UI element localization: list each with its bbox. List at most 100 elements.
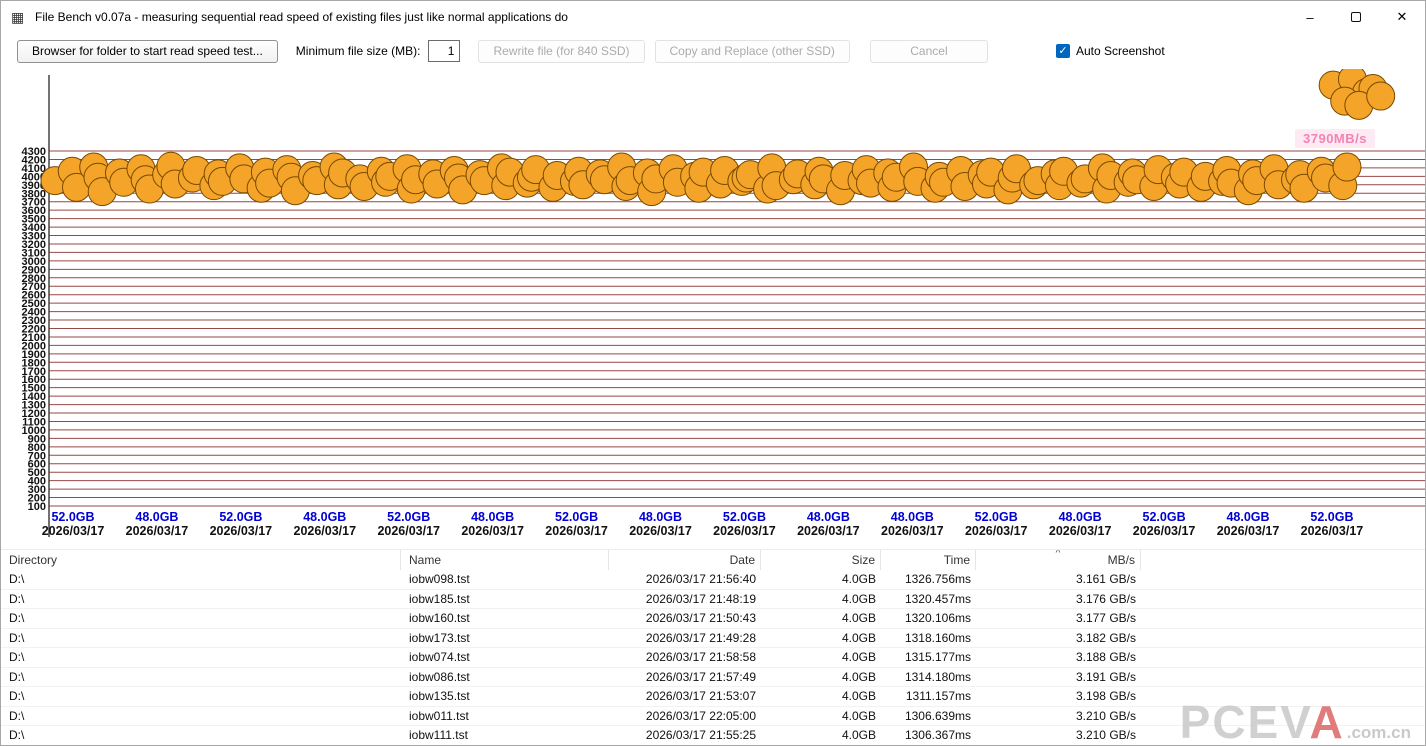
x-date-label: 2026/03/17 [545,524,608,538]
cell-time: 1315.177ms [881,650,976,664]
table-row[interactable]: D:\iobw074.tst2026/03/17 21:58:584.0GB13… [1,648,1426,668]
cell-time: 1306.367ms [881,728,976,742]
cell-speed: 3.188 GB/s [976,650,1141,664]
x-date-label: 2026/03/17 [797,524,860,538]
cell-name: iobw185.tst [401,592,609,606]
x-date-label: 2026/03/17 [713,524,776,538]
x-size-label: 48.0GB [639,510,682,524]
cell-name: iobw160.tst [401,611,609,625]
cell-directory: D:\ [1,631,401,645]
cell-directory: D:\ [1,572,401,586]
cell-speed: 3.210 GB/s [976,709,1141,723]
x-size-label: 48.0GB [807,510,850,524]
cell-time: 1320.457ms [881,592,976,606]
cell-speed: 3.191 GB/s [976,670,1141,684]
cell-time: 1306.639ms [881,709,976,723]
sort-ascending-icon: ^ [1056,550,1061,564]
data-point [1367,82,1395,110]
cell-speed: 3.198 GB/s [976,689,1141,703]
cell-size: 4.0GB [761,709,881,723]
auto-screenshot-label: Auto Screenshot [1076,44,1165,58]
col-header-label: Size [852,553,875,567]
x-size-label: 52.0GB [219,510,262,524]
cell-size: 4.0GB [761,592,881,606]
table-row[interactable]: D:\iobw135.tst2026/03/17 21:53:074.0GB13… [1,687,1426,707]
x-size-label: 48.0GB [135,510,178,524]
cell-date: 2026/03/17 21:57:49 [609,670,761,684]
app-icon: ▦ [11,9,27,25]
cell-date: 2026/03/17 22:05:00 [609,709,761,723]
maximize-button[interactable] [1333,1,1379,33]
cell-time: 1311.157ms [881,689,976,703]
x-date-label: 2026/03/17 [461,524,524,538]
x-size-label: 48.0GB [1059,510,1102,524]
close-button[interactable]: ✕ [1379,1,1425,33]
results-table: Directory Name Date Size Time ^ MB/s D:\… [1,549,1426,746]
table-row[interactable]: D:\iobw011.tst2026/03/17 22:05:004.0GB13… [1,707,1426,727]
col-header-label: Time [944,553,970,567]
col-header-filler [1141,550,1426,570]
auto-screenshot-option[interactable]: ✓ Auto Screenshot [1056,44,1165,58]
cell-name: iobw173.tst [401,631,609,645]
cell-directory: D:\ [1,728,401,742]
minimize-button[interactable]: – [1287,1,1333,33]
x-date-label: 2026/03/17 [1049,524,1112,538]
cell-name: iobw074.tst [401,650,609,664]
col-header-speed[interactable]: ^ MB/s [976,550,1141,570]
col-header-size[interactable]: Size [761,550,881,570]
min-file-size-input[interactable] [428,40,460,62]
x-size-label: 52.0GB [555,510,598,524]
table-row[interactable]: D:\iobw185.tst2026/03/17 21:48:194.0GB13… [1,590,1426,610]
cell-speed: 3.176 GB/s [976,592,1141,606]
cell-size: 4.0GB [761,572,881,586]
x-date-label: 2026/03/17 [294,524,357,538]
x-size-label: 52.0GB [723,510,766,524]
x-date-label: 2026/03/17 [377,524,440,538]
table-row[interactable]: D:\iobw086.tst2026/03/17 21:57:494.0GB13… [1,668,1426,688]
x-size-label: 48.0GB [471,510,514,524]
cell-size: 4.0GB [761,670,881,684]
min-file-size-label: Minimum file size (MB): [296,44,421,58]
cancel-button[interactable]: Cancel [870,40,988,63]
col-header-time[interactable]: Time [881,550,976,570]
rewrite-file-button[interactable]: Rewrite file (for 840 SSD) [478,40,644,63]
table-row[interactable]: D:\iobw160.tst2026/03/17 21:50:434.0GB13… [1,609,1426,629]
table-row[interactable]: D:\iobw111.tst2026/03/17 21:55:254.0GB13… [1,726,1426,746]
table-row[interactable]: D:\iobw098.tst2026/03/17 21:56:404.0GB13… [1,570,1426,590]
col-header-directory[interactable]: Directory [1,550,401,570]
y-tick-label: 100 [28,501,46,513]
x-size-label: 48.0GB [1226,510,1269,524]
x-size-label: 52.0GB [1143,510,1186,524]
x-size-label: 52.0GB [51,510,94,524]
x-date-label: 2026/03/17 [210,524,273,538]
chart-canvas: 4300420041004000390038003700360035003400… [1,69,1426,549]
cell-size: 4.0GB [761,689,881,703]
x-date-label: 2026/03/17 [881,524,944,538]
cell-speed: 3.182 GB/s [976,631,1141,645]
x-date-label: 2026/03/17 [1133,524,1196,538]
x-size-label: 48.0GB [891,510,934,524]
col-header-name[interactable]: Name [401,550,609,570]
cell-name: iobw011.tst [401,709,609,723]
col-header-label: Name [409,553,441,567]
cell-speed: 3.210 GB/s [976,728,1141,742]
auto-screenshot-checkbox[interactable]: ✓ [1056,44,1070,58]
browse-folder-button[interactable]: Browser for folder to start read speed t… [17,40,278,63]
cell-name: iobw111.tst [401,728,609,742]
cell-speed: 3.177 GB/s [976,611,1141,625]
col-header-label: Date [730,553,755,567]
table-row[interactable]: D:\iobw173.tst2026/03/17 21:49:284.0GB13… [1,629,1426,649]
cell-directory: D:\ [1,650,401,664]
x-date-label: 2026/03/17 [1301,524,1364,538]
cell-date: 2026/03/17 21:55:25 [609,728,761,742]
cell-directory: D:\ [1,611,401,625]
col-header-date[interactable]: Date [609,550,761,570]
cell-time: 1326.756ms [881,572,976,586]
window-controls: – ✕ [1287,1,1425,33]
copy-replace-button[interactable]: Copy and Replace (other SSD) [655,40,850,63]
x-date-label: 2026/03/17 [629,524,692,538]
cell-name: iobw098.tst [401,572,609,586]
cell-name: iobw086.tst [401,670,609,684]
table-body: D:\iobw098.tst2026/03/17 21:56:404.0GB13… [1,570,1426,746]
title-bar: ▦ File Bench v0.07a - measuring sequenti… [1,1,1425,33]
